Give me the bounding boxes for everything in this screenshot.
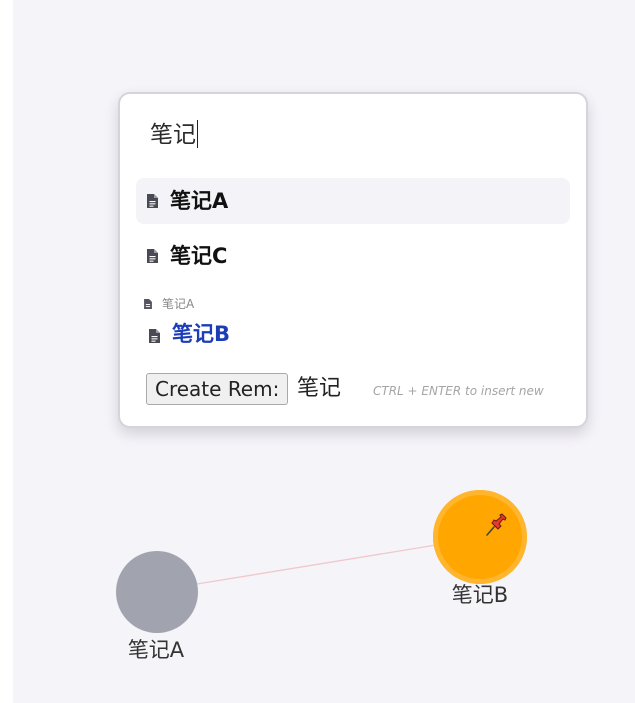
search-query-text: 笔记 <box>150 122 196 148</box>
create-rem-text: 笔记 <box>297 376 342 401</box>
search-result-title: 笔记A <box>170 189 229 213</box>
search-popup: 笔记 笔记A 笔记C 笔记A 笔记B Create Rem: 笔记 CTRL +… <box>118 92 588 428</box>
breadcrumb-text: 笔记A <box>162 297 195 311</box>
text-caret <box>197 120 198 148</box>
search-result-title: 笔记C <box>170 244 228 268</box>
shortcut-hint: CTRL + ENTER to insert new <box>373 384 544 398</box>
search-result-item[interactable]: 笔记B <box>146 320 446 350</box>
document-icon <box>147 194 158 208</box>
graph-node-b[interactable] <box>433 490 527 584</box>
graph-node-a[interactable] <box>116 551 198 633</box>
document-icon <box>144 299 152 309</box>
create-rem-row: Create Rem: 笔记 CTRL + ENTER to insert ne… <box>146 373 566 409</box>
graph-node-label: 笔记A <box>127 638 185 662</box>
document-icon <box>147 249 158 263</box>
search-result-title: 笔记B <box>172 322 231 346</box>
pin-icon <box>486 513 507 536</box>
graph-node-label: 笔记B <box>451 583 509 607</box>
search-input[interactable]: 笔记 <box>150 120 198 150</box>
search-result-item[interactable]: 笔记A <box>136 178 570 224</box>
search-result-item[interactable]: 笔记C <box>136 233 570 279</box>
document-icon <box>149 329 160 343</box>
create-rem-button[interactable]: Create Rem: <box>146 373 289 405</box>
